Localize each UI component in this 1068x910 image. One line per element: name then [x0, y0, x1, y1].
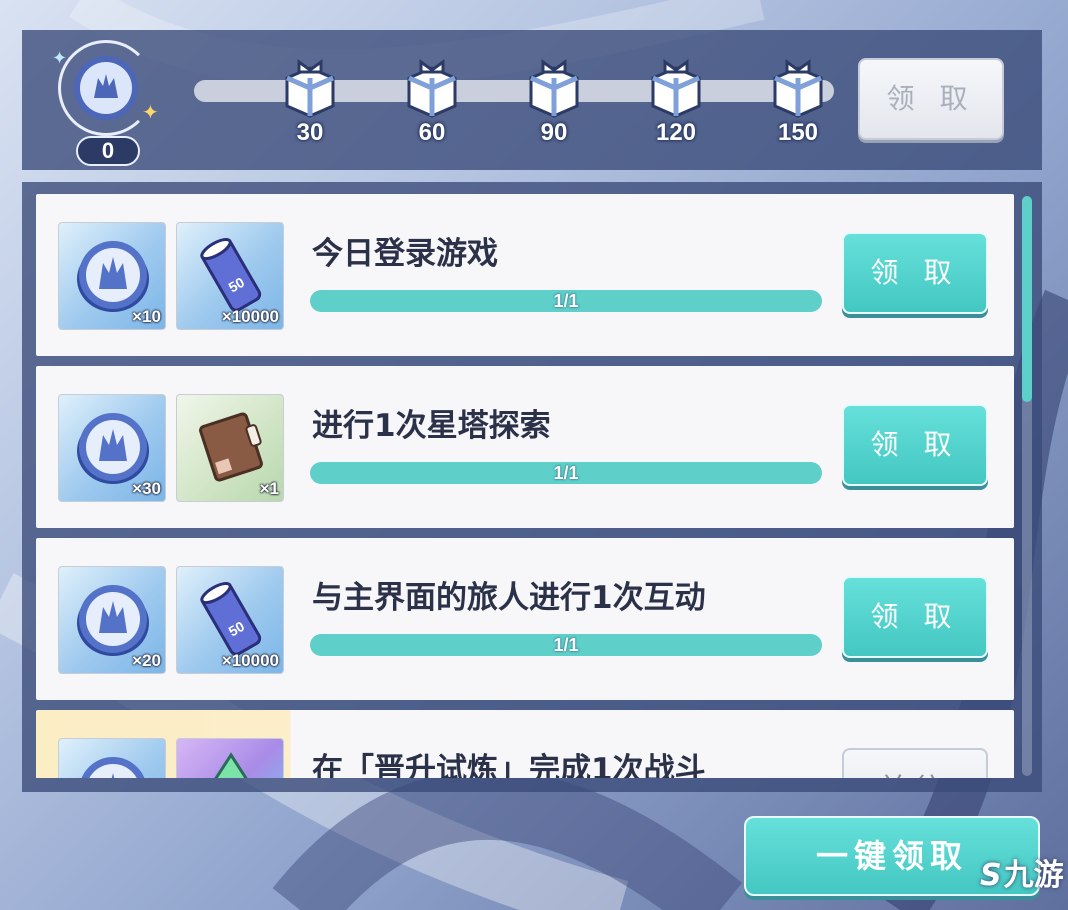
- gift-box-icon: [407, 59, 457, 118]
- task-title: 今日登录游戏: [312, 236, 498, 272]
- milestone-label: 150: [777, 119, 819, 146]
- activity-panel: ✦ ✦ 0 30 60 90 120 150 领 取: [22, 30, 1042, 170]
- reward-slot[interactable]: ×1: [176, 394, 284, 502]
- medal-coin-icon: [77, 585, 149, 656]
- milestone-label: 30: [296, 119, 324, 146]
- medal-coin-icon: [81, 757, 145, 778]
- reward-slot[interactable]: [58, 738, 166, 778]
- reward-slot[interactable]: 50 ×10000: [176, 566, 284, 674]
- milestone-gift-30[interactable]: 30: [270, 56, 350, 146]
- milestone-gift-90[interactable]: 90: [514, 56, 594, 146]
- milestone-gift-120[interactable]: 120: [636, 56, 716, 146]
- reward-qty: ×10: [132, 307, 161, 326]
- reward-slot[interactable]: ×30: [58, 394, 166, 502]
- task-list-panel: ×10 50 ×10000 今日登录游戏 1/1 领 取 ×30 ×1 进行1次…: [22, 182, 1042, 792]
- gift-box-icon: [773, 59, 823, 118]
- task-progress-bar: 1/1: [310, 634, 822, 656]
- milestone-label: 120: [655, 119, 697, 146]
- medal-coin-icon: [77, 413, 149, 484]
- go-button[interactable]: 前往: [842, 748, 988, 778]
- scrollbar-thumb[interactable]: [1022, 196, 1032, 402]
- task-progress-text: 1/1: [553, 291, 579, 311]
- reward-slot[interactable]: 50 ×10000: [176, 222, 284, 330]
- gift-box-icon: [285, 59, 335, 118]
- task-card: ×10 50 ×10000 今日登录游戏 1/1 领 取: [36, 194, 1014, 356]
- milestone-label: 60: [418, 119, 446, 146]
- claim-button[interactable]: 领 取: [842, 576, 988, 658]
- task-title: 与主界面的旅人进行1次互动: [312, 580, 706, 616]
- claim-button[interactable]: 领 取: [842, 232, 988, 314]
- activity-points-medal: ✦ ✦ 0: [52, 38, 164, 166]
- medal-coin-icon: [74, 56, 138, 120]
- task-progress-bar: 1/1: [310, 290, 822, 312]
- sparkle-icon: ✦: [142, 100, 159, 124]
- task-list-scrollbar[interactable]: [1022, 196, 1032, 776]
- watermark-logo-icon: S: [980, 858, 1002, 893]
- gift-box-icon: [529, 59, 579, 118]
- milestone-gift-60[interactable]: 60: [392, 56, 472, 146]
- task-card: 在「晋升试炼」完成1次战斗 前往: [36, 710, 1014, 778]
- task-progress-text: 1/1: [553, 635, 579, 655]
- crystal-icon: [214, 752, 248, 778]
- reward-qty: ×20: [132, 651, 161, 670]
- task-progress-text: 1/1: [553, 463, 579, 483]
- task-title: 进行1次星塔探索: [312, 408, 551, 444]
- claim-button[interactable]: 领 取: [842, 404, 988, 486]
- watermark-text: 九游: [1003, 858, 1064, 893]
- activity-claim-button[interactable]: 领 取: [858, 58, 1004, 140]
- reward-qty: ×10000: [221, 651, 279, 670]
- reward-qty: ×30: [132, 479, 161, 498]
- notebook-icon: [199, 412, 263, 482]
- task-title: 在「晋升试炼」完成1次战斗: [312, 752, 706, 778]
- medal-coin-icon: [77, 241, 149, 312]
- reward-slot[interactable]: [176, 738, 284, 778]
- task-list[interactable]: ×10 50 ×10000 今日登录游戏 1/1 领 取 ×30 ×1 进行1次…: [36, 194, 1014, 778]
- reward-slot[interactable]: ×20: [58, 566, 166, 674]
- coin-roll-icon: 50: [200, 581, 262, 656]
- activity-points: 0: [76, 136, 140, 166]
- reward-qty: ×10000: [221, 307, 279, 326]
- milestone-gift-150[interactable]: 150: [758, 56, 838, 146]
- site-watermark: S九游: [980, 856, 1064, 896]
- reward-qty: ×1: [259, 479, 279, 498]
- gift-box-icon: [651, 59, 701, 118]
- task-card: ×30 ×1 进行1次星塔探索 1/1 领 取: [36, 366, 1014, 528]
- task-card: ×20 50 ×10000 与主界面的旅人进行1次互动 1/1 领 取: [36, 538, 1014, 700]
- reward-slot[interactable]: ×10: [58, 222, 166, 330]
- coin-roll-icon: 50: [200, 237, 262, 312]
- task-progress-bar: 1/1: [310, 462, 822, 484]
- sparkle-icon: ✦: [52, 48, 68, 69]
- milestone-label: 90: [540, 119, 568, 146]
